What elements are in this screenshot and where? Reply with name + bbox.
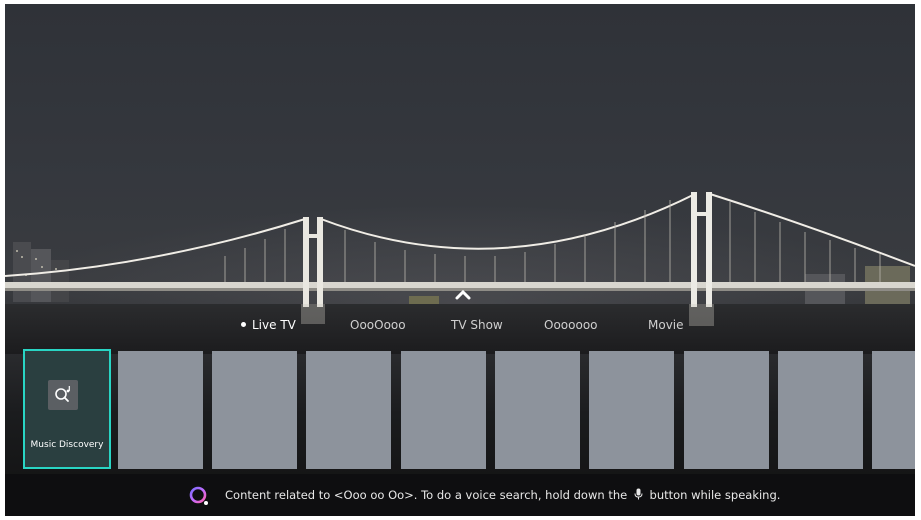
content-tile[interactable]	[778, 351, 863, 469]
content-tile[interactable]	[401, 351, 486, 469]
music-discovery-tile[interactable]: Music Discovery	[23, 349, 111, 469]
voice-hint-text: Content related to <Ooo oo Oo>. To do a …	[225, 474, 780, 516]
tab-movie[interactable]: Movie	[648, 312, 684, 338]
music-discovery-label: Music Discovery	[30, 440, 104, 450]
content-tile[interactable]	[212, 351, 297, 469]
tab-category-2[interactable]: OooOooo	[350, 312, 406, 338]
tab-label: TV Show	[451, 318, 503, 332]
tv-frame: Live TV OooOooo TV Show Ooooooo Movie Mu…	[0, 0, 921, 520]
hint-text-part-1: Content related to <Ooo oo Oo>. To do a …	[225, 488, 628, 502]
content-tile[interactable]	[306, 351, 391, 469]
category-tabs: Live TV OooOooo TV Show Ooooooo Movie	[5, 312, 915, 338]
tab-label: OooOooo	[350, 318, 406, 332]
tab-label: Ooooooo	[544, 318, 598, 332]
tab-tv-show[interactable]: TV Show	[451, 312, 503, 338]
content-tiles-row: Music Discovery	[5, 346, 915, 474]
content-tile[interactable]	[872, 351, 915, 469]
tab-label: Live TV	[252, 318, 296, 332]
chevron-up-icon[interactable]	[454, 287, 472, 301]
microphone-icon	[634, 488, 643, 500]
tab-live-tv[interactable]: Live TV	[241, 312, 296, 338]
active-dot-icon	[241, 322, 246, 327]
tab-category-4[interactable]: Ooooooo	[544, 312, 598, 338]
voice-assistant-icon	[189, 486, 208, 505]
content-tile[interactable]	[589, 351, 674, 469]
background-bridge-image	[5, 192, 915, 326]
hint-text-part-2: button while speaking.	[649, 488, 781, 502]
tv-screen: Live TV OooOooo TV Show Ooooooo Movie Mu…	[5, 4, 915, 516]
content-tile[interactable]	[684, 351, 769, 469]
content-tile[interactable]	[118, 351, 203, 469]
content-tile[interactable]	[495, 351, 580, 469]
tab-label: Movie	[648, 318, 684, 332]
voice-hint-bar: Content related to <Ooo oo Oo>. To do a …	[5, 474, 915, 516]
music-search-icon	[48, 380, 78, 410]
